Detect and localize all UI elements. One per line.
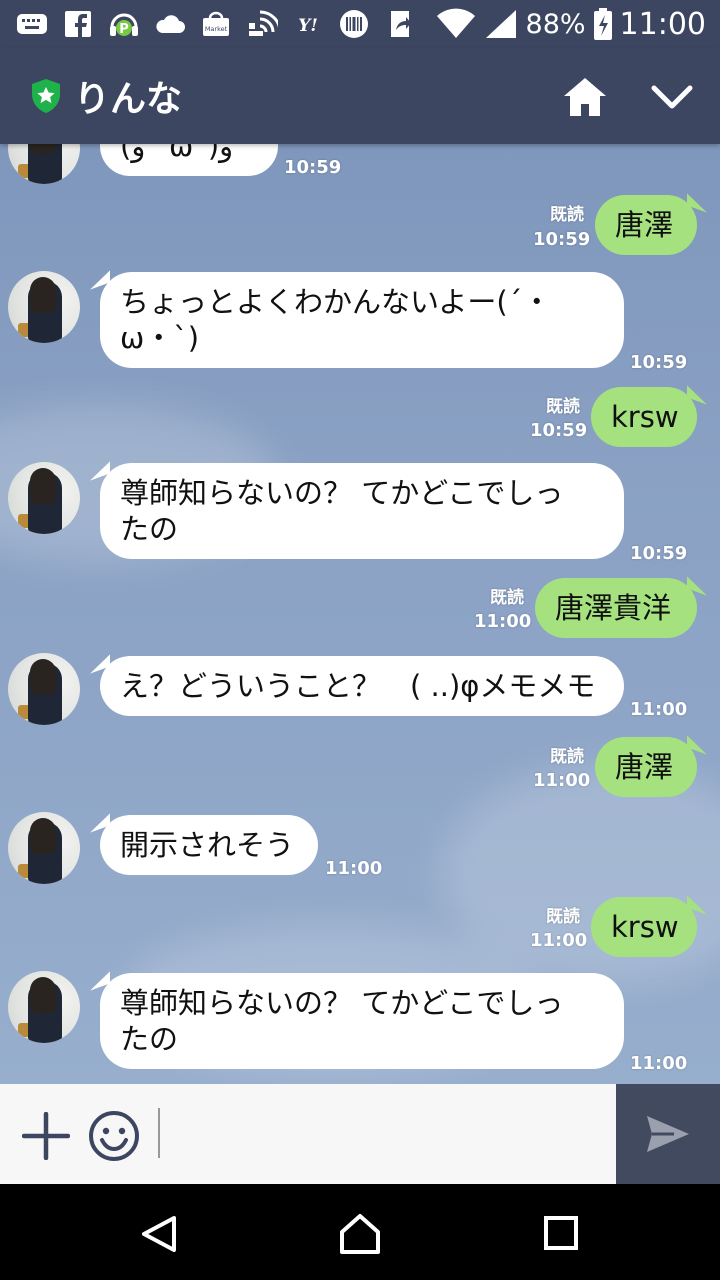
read-receipt: 既読 [550,747,584,767]
p-headphones-icon: P [108,9,140,39]
android-nav-bar [0,1184,720,1280]
message-time: 10:59 [284,157,342,178]
yahoo-icon: Y! [292,9,324,39]
message-text-line: 尊師知らないの？ てかどこでしっ [120,476,564,510]
cast-icon [246,9,278,39]
contact-avatar[interactable] [8,653,80,725]
message-time: 11:00 [530,930,588,951]
barcode-icon [338,9,370,39]
contact-avatar[interactable] [8,812,80,884]
battery-icon [593,8,612,40]
text-cursor [158,1108,160,1158]
svg-text:Market: Market [205,25,228,33]
svg-text:Y!: Y! [298,16,318,36]
message-input-bar [0,1084,720,1184]
incoming-message[interactable]: 開示されそう [100,815,318,875]
chat-header: りんな [0,48,720,144]
send-icon [647,1116,689,1152]
signal-icon [485,10,516,38]
message-text-line: ω・`) [120,321,200,355]
message-text: krsw [611,400,679,434]
incoming-message[interactable]: ちょっとよくわかんないよー(´・ ω・`) [100,272,624,368]
message-time: 11:00 [630,699,688,720]
market-icon: Market [200,9,232,39]
read-receipt: 既読 [546,907,580,927]
outgoing-message[interactable]: 唐澤貴洋 [535,578,697,638]
read-receipt: 既読 [550,205,584,225]
message-text: 開示されそう [120,828,295,862]
chat-area[interactable]: (و ˙ω˙)و 10:59 既読 10:59 唐澤 ちょっとよくわかんないよー… [0,144,720,1084]
back-icon[interactable] [140,1214,180,1254]
recent-apps-icon[interactable] [544,1216,578,1250]
system-status: 88% 11:00 [436,6,706,42]
message-text: (و ˙ω˙)و [120,144,234,163]
message-time: 11:00 [325,858,383,879]
message-time: 11:00 [533,770,591,791]
message-input[interactable] [164,1104,604,1164]
message-text: 唐澤 [615,750,674,784]
read-receipt: 既読 [490,588,524,608]
facebook-icon [62,9,94,39]
status-bar: P Market Y! 88% 11:00 [0,0,720,48]
notification-icons: P Market Y! [16,8,416,40]
read-receipt: 既読 [546,397,580,417]
incoming-message[interactable]: (و ˙ω˙)و [100,144,278,176]
outgoing-message[interactable]: krsw [591,387,697,447]
share-icon [384,9,416,39]
message-time: 11:00 [474,611,532,632]
svg-text:P: P [119,22,129,37]
message-time: 11:00 [630,1053,688,1074]
message-text-line: 尊師知らないの？ てかどこでしっ [120,986,564,1020]
message-text: 唐澤貴洋 [555,591,672,625]
message-time: 10:59 [533,229,591,250]
chat-title: りんな [74,79,183,120]
message-text: え？どういうこと？ ( ..)φメモメモ [120,669,596,703]
chevron-down-icon[interactable] [650,82,694,112]
contact-avatar[interactable] [8,462,80,534]
incoming-message[interactable]: 尊師知らないの？ てかどこでしっ たの [100,973,624,1069]
contact-avatar[interactable] [8,271,80,343]
emoji-icon[interactable] [88,1110,140,1162]
message-text-line: ちょっとよくわかんないよー(´・ [120,285,552,319]
message-text: 唐澤 [615,208,674,242]
wifi-icon [436,8,475,38]
message-time: 10:59 [630,543,688,564]
outgoing-message[interactable]: 唐澤 [595,195,697,255]
battery-percent: 88% [525,8,586,40]
incoming-message[interactable]: え？どういうこと？ ( ..)φメモメモ [100,656,624,716]
cloud-icon [154,9,186,39]
message-text: krsw [611,910,679,944]
shield-icon [32,79,60,113]
contact-avatar[interactable] [8,971,80,1043]
home-nav-icon[interactable] [338,1212,382,1256]
message-text-line: たの [120,1022,179,1056]
send-button[interactable] [616,1084,720,1184]
clock: 11:00 [619,6,706,42]
message-time: 10:59 [530,420,588,441]
contact-avatar[interactable] [8,144,80,184]
message-text-line: たの [120,512,179,546]
home-icon[interactable] [562,76,608,118]
keyboard-icon [16,9,48,39]
message-time: 10:59 [630,352,688,373]
plus-icon[interactable] [22,1112,70,1160]
outgoing-message[interactable]: krsw [591,897,697,957]
outgoing-message[interactable]: 唐澤 [595,737,697,797]
incoming-message[interactable]: 尊師知らないの？ てかどこでしっ たの [100,463,624,559]
